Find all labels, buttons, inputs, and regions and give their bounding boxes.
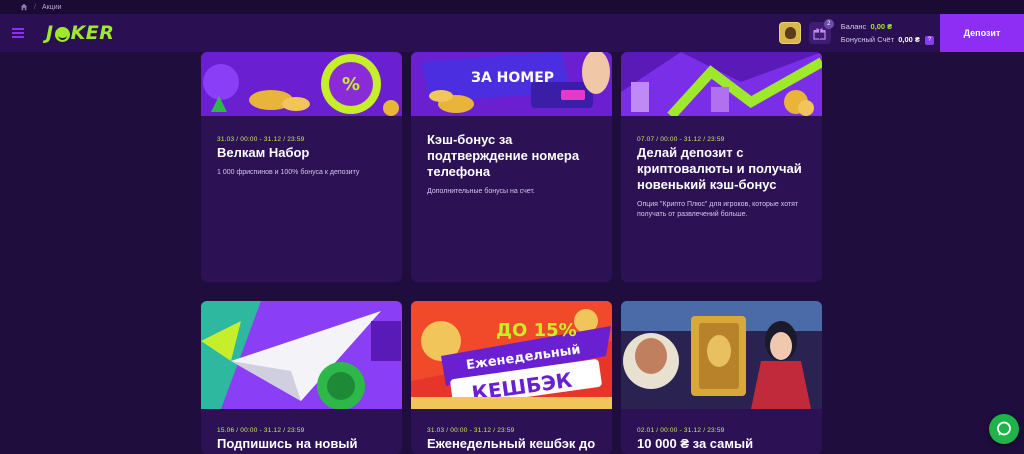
promo-date: 07.07 / 00:00 - 31.12 / 23:59: [637, 136, 725, 143]
breadcrumb-current: Акции: [41, 3, 62, 11]
promo-card-cashback[interactable]: ДО 15% Еженедельный КЕШБЭК 31.03 / 00:00…: [411, 301, 612, 454]
logo-text-right: KER: [70, 22, 115, 44]
promo-title: Делай депозит с криптовалюты и получай н…: [637, 145, 802, 192]
deposit-button[interactable]: Депозит: [940, 14, 1024, 52]
promo-date: 02.01 / 00:00 - 31.12 / 23:59: [637, 427, 725, 434]
bonus-help-icon[interactable]: ?: [925, 35, 934, 45]
top-header: J KER 2 Баланс 0,00 ₴ Бонусный Счёт 0,00…: [0, 14, 1024, 52]
promo-date: 31.03 / 00:00 - 31.12 / 23:59: [217, 136, 305, 143]
home-icon[interactable]: [20, 3, 28, 11]
promo-card-crypto[interactable]: 07.07 / 00:00 - 31.12 / 23:59 Делай депо…: [621, 52, 822, 282]
promo-description: Опция "Крипто Плюс" для игроков, которые…: [637, 201, 799, 218]
promo-title: Подпишись на новый: [217, 436, 358, 451]
promo-title: 10 000 ₴ за самый: [637, 436, 754, 451]
balance-label: Баланс: [840, 22, 867, 31]
svg-text:%: %: [342, 74, 360, 95]
header-account-area: 2 Баланс 0,00 ₴ Бонусный Счёт 0,00 ₴ ? Д…: [778, 14, 1024, 52]
promo-image-subscribe: [201, 301, 402, 409]
promo-card-phone[interactable]: ЗА НОМЕР Кэш-бонус за подтверждение номе…: [411, 52, 612, 282]
promo-card-subscribe[interactable]: 15.06 / 00:00 - 31.12 / 23:59 Подпишись …: [201, 301, 402, 454]
balances-block: Баланс 0,00 ₴ Бонусный Счёт 0,00 ₴ ?: [841, 20, 934, 46]
bonus-value: 0,00 ₴: [898, 35, 920, 44]
promo-date: 15.06 / 00:00 - 31.12 / 23:59: [217, 427, 305, 434]
promo-title: Еженедельный кешбэк до: [427, 436, 596, 451]
gift-icon: [813, 27, 826, 40]
joker-logo[interactable]: J KER: [46, 22, 114, 44]
promo-description: 1 000 фриспинов и 100% бонуса к депозиту: [217, 169, 360, 176]
breadcrumb-separator: /: [34, 3, 36, 11]
logo-smiley-icon: [54, 26, 70, 42]
promo-description: Дополнительные бонусы на счет.: [427, 188, 535, 195]
promo-image-crypto: [621, 52, 822, 116]
bonus-label: Бонусный Счёт: [840, 35, 895, 44]
breadcrumb: / Акции: [0, 0, 1024, 14]
balance-value: 0,00 ₴: [870, 22, 893, 31]
gift-count-badge: 2: [823, 19, 834, 29]
promo-date: 31.03 / 00:00 - 31.12 / 23:59: [427, 427, 515, 434]
balance-row: Баланс 0,00 ₴: [841, 20, 934, 33]
promo-image-welcome: %: [201, 52, 402, 116]
user-avatar[interactable]: [778, 22, 801, 44]
chat-bubble-icon: [997, 421, 1011, 436]
promo-title: Велкам Набор: [217, 145, 310, 160]
hamburger-icon: [12, 28, 24, 38]
gift-button[interactable]: 2: [808, 19, 834, 44]
hamburger-menu-button[interactable]: [0, 14, 36, 52]
promo-title: Кэш-бонус за подтверждение номера телефо…: [427, 132, 580, 179]
promo-card-welcome[interactable]: % 31.03 / 00:00 - 31.12 / 23:59 Велкам Н…: [201, 52, 402, 282]
live-chat-button[interactable]: [989, 414, 1019, 444]
cashback-percent-text: ДО 15%: [496, 320, 577, 341]
promo-card-top-win[interactable]: 02.01 / 00:00 - 31.12 / 23:59 10 000 ₴ з…: [621, 301, 822, 454]
promo-image-phone: ЗА НОМЕР: [411, 52, 612, 116]
bonus-row: Бонусный Счёт 0,00 ₴ ?: [841, 33, 934, 46]
promo-image-cashback: ДО 15% Еженедельный КЕШБЭК: [411, 301, 612, 409]
promo-image-top-win: [621, 301, 822, 409]
logo-text-left: J: [46, 22, 54, 44]
